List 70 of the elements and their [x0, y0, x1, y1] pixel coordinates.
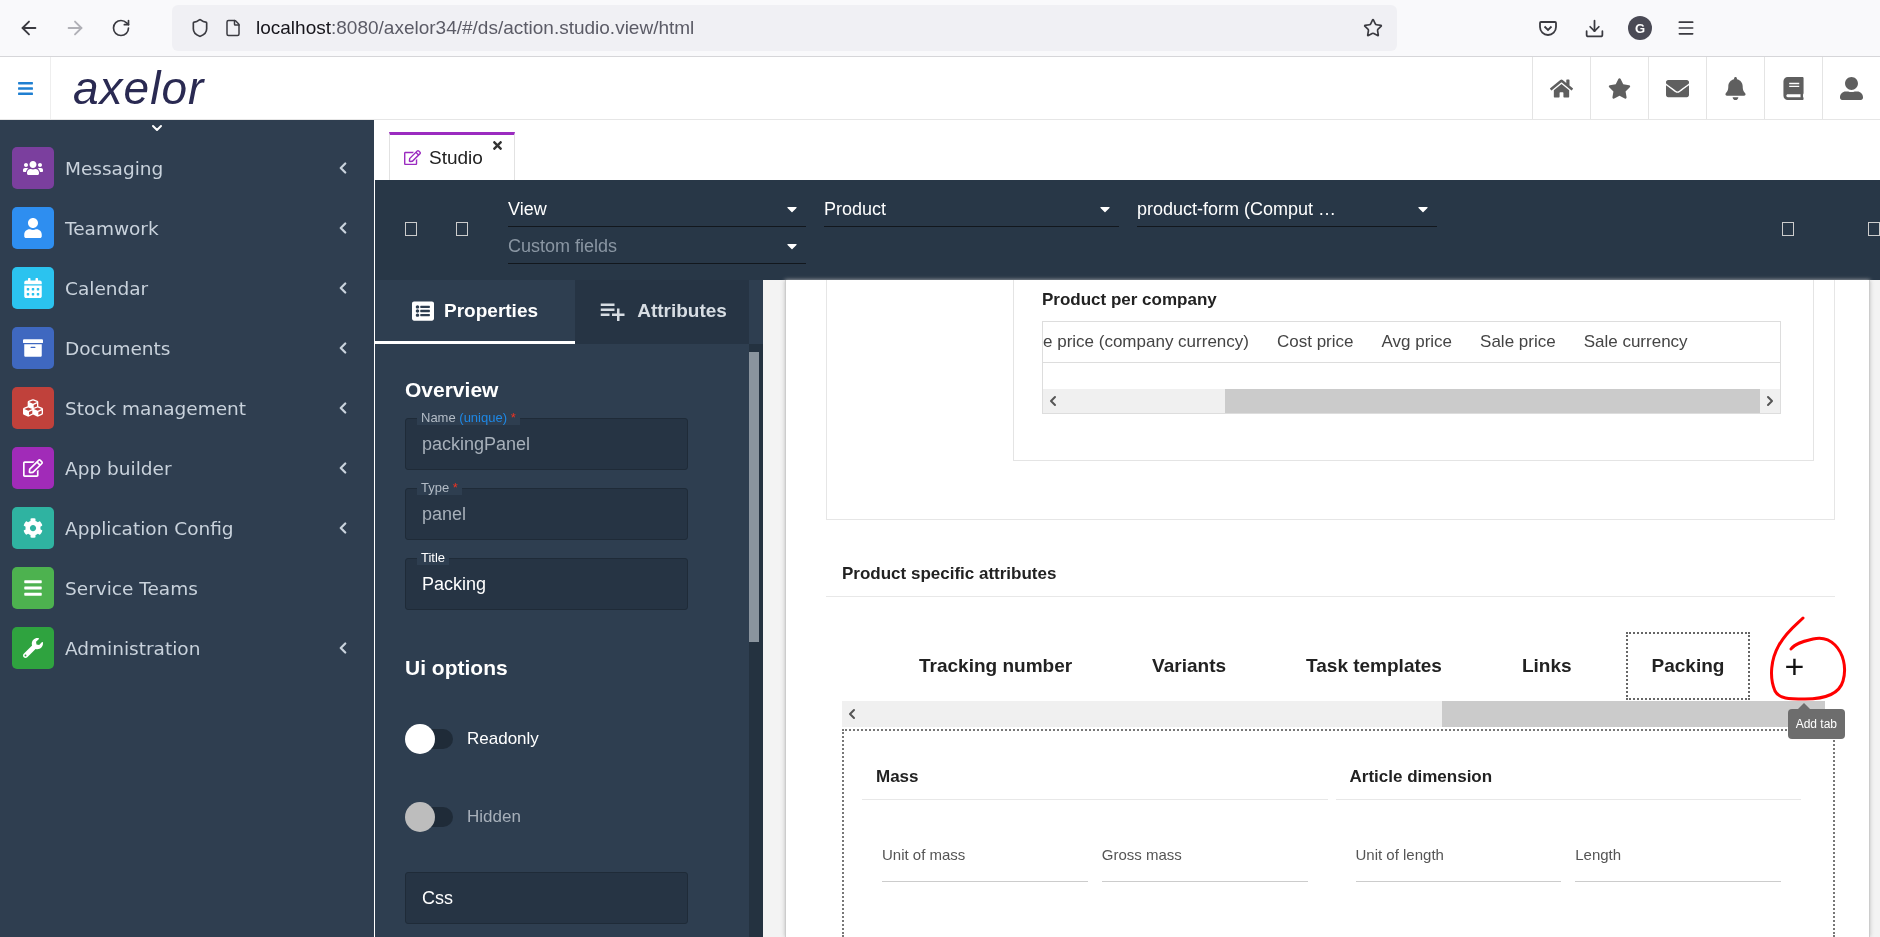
- menu-icon: [1676, 18, 1696, 38]
- glyph-box-icon[interactable]: [405, 222, 417, 236]
- column-header[interactable]: Sale currency: [1583, 332, 1688, 352]
- field-label: Type *: [417, 480, 462, 495]
- toggle-switch[interactable]: [405, 802, 453, 832]
- form-tab[interactable]: Tracking number: [893, 632, 1099, 700]
- sidebar-item[interactable]: Calendar: [0, 258, 374, 318]
- sidebar-item[interactable]: Documents: [0, 318, 374, 378]
- section-title: Ui options: [405, 656, 509, 680]
- download-icon: [1583, 17, 1605, 39]
- column-header[interactable]: e price (company currency): [1043, 332, 1249, 352]
- toggle-label: Readonly: [467, 729, 539, 749]
- toggle-switch[interactable]: [405, 724, 453, 754]
- user-icon: [1840, 76, 1863, 100]
- sidebar-item[interactable]: Teamwork: [0, 198, 374, 258]
- sidebar-item[interactable]: Administration: [0, 618, 374, 678]
- form-field[interactable]: Gross mass: [1101, 846, 1308, 882]
- field-label: Title: [417, 550, 450, 565]
- section-title: Product specific attributes: [826, 520, 1835, 597]
- edit-icon: [404, 149, 421, 166]
- bell-icon: [1724, 76, 1747, 100]
- logo: axelor: [73, 61, 205, 115]
- tooltip: Add tab: [1787, 709, 1845, 739]
- dropdown-select[interactable]: product-form (Comput …: [1137, 192, 1437, 227]
- address-bar[interactable]: localhost:8080/axelor34/#/ds/action.studio.view/html: [172, 5, 1397, 51]
- reload-icon: [111, 18, 131, 38]
- dropdown-select[interactable]: View: [508, 192, 806, 227]
- form-field[interactable]: Unit of length: [1355, 846, 1562, 882]
- column-header[interactable]: Cost price: [1276, 332, 1354, 352]
- book-icon: [1782, 76, 1805, 100]
- menu-icon: [16, 79, 34, 97]
- dropdown-select[interactable]: Product: [824, 192, 1119, 227]
- star-icon: [1608, 76, 1631, 100]
- section-title: Overview: [405, 378, 500, 402]
- tab-label: Studio: [429, 146, 483, 169]
- sidebar-item[interactable]: Service Teams: [0, 558, 374, 618]
- close-icon[interactable]: [490, 139, 504, 152]
- glyph-box-icon[interactable]: [1868, 222, 1880, 236]
- add-tab-button[interactable]: +: [1784, 649, 1805, 683]
- panel-title: Mass: [862, 767, 1328, 800]
- dropdown-select[interactable]: Custom fields: [508, 229, 806, 264]
- glyph-box-icon[interactable]: [1782, 222, 1794, 236]
- panel-tab[interactable]: Attributes: [575, 280, 749, 344]
- home-icon: [1550, 76, 1573, 100]
- column-header[interactable]: Avg price: [1381, 332, 1453, 352]
- form-tab[interactable]: Variants: [1126, 632, 1253, 700]
- field-label: Name (unique) *: [417, 410, 520, 425]
- list-icon: [412, 299, 435, 322]
- scrollbar-thumb[interactable]: [749, 352, 759, 642]
- form-tab[interactable]: Links: [1495, 632, 1598, 700]
- form-field[interactable]: Unit of mass: [882, 846, 1088, 882]
- sidebar-item[interactable]: Stock management: [0, 378, 374, 438]
- sidebar-item[interactable]: Application Config: [0, 498, 374, 558]
- panel-title: Article dimension: [1335, 767, 1801, 800]
- shield-icon: [190, 18, 210, 38]
- bookmark-star-icon[interactable]: [1363, 18, 1383, 38]
- form-tab[interactable]: Task templates: [1280, 632, 1468, 700]
- sidebar-item[interactable]: App builder: [0, 438, 374, 498]
- url-text: localhost:8080/axelor34/#/ds/action.studio.view/html: [256, 17, 696, 39]
- form-field[interactable]: Length: [1575, 846, 1781, 882]
- horizontal-scrollbar[interactable]: [1043, 389, 1780, 413]
- profile-button[interactable]: G: [1617, 8, 1663, 48]
- toggle-label: Hidden: [467, 807, 521, 827]
- page-icon: [224, 19, 242, 37]
- pocket-icon: [1538, 18, 1558, 38]
- sidebar-item[interactable]: Messaging: [0, 138, 374, 198]
- column-header[interactable]: Sale price: [1480, 332, 1556, 352]
- glyph-box-icon[interactable]: [456, 222, 468, 236]
- panel-title: Product per company: [1042, 290, 1218, 311]
- css-field[interactable]: Css: [405, 872, 688, 924]
